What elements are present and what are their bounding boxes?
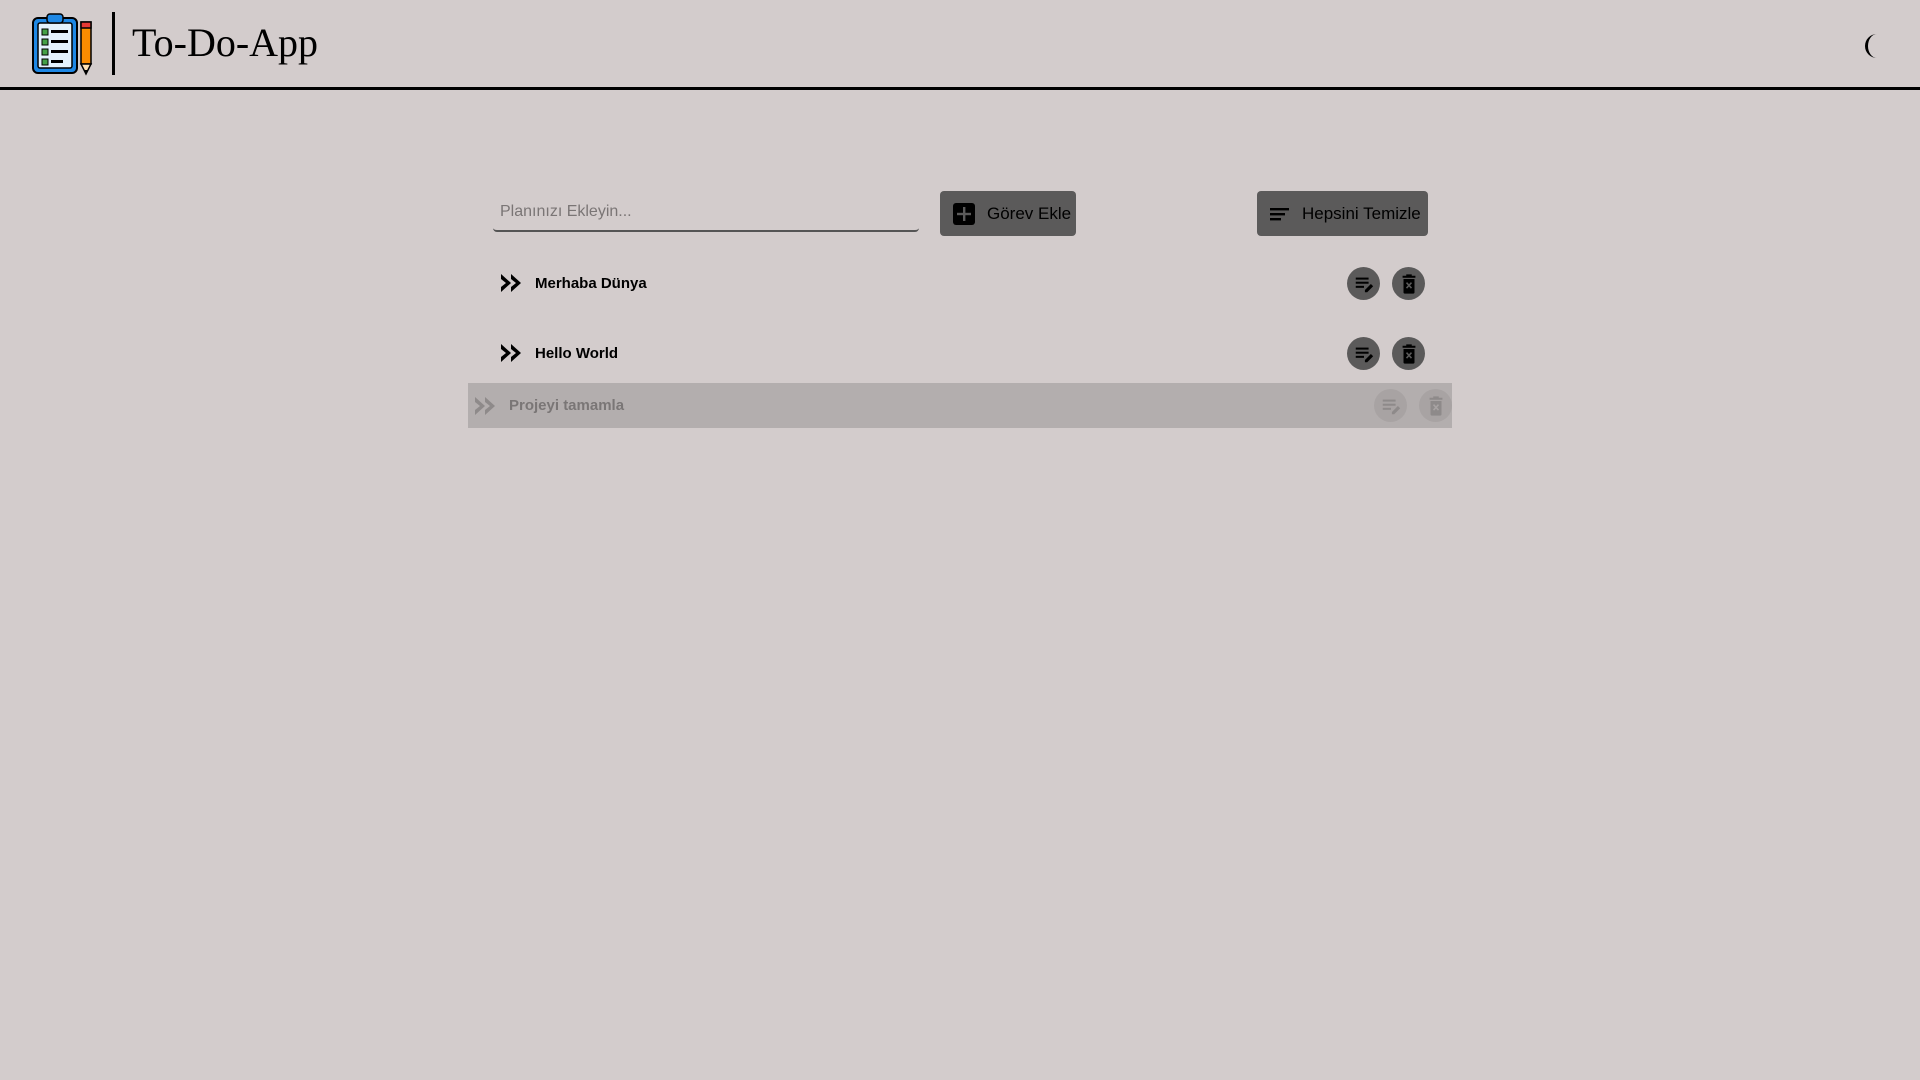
edit-task-button[interactable] — [1347, 337, 1380, 370]
trash-icon — [1402, 343, 1415, 364]
edit-task-button[interactable] — [1374, 389, 1407, 422]
moon-icon[interactable] — [1860, 32, 1884, 60]
task-input[interactable] — [493, 194, 919, 232]
plus-box-icon — [953, 202, 975, 225]
task-item[interactable]: Merhaba Dünya — [493, 261, 1425, 305]
task-text: Projeyi tamamla — [509, 397, 625, 414]
sort-lines-icon — [1270, 207, 1289, 220]
clear-all-label: Hepsini Temizle — [1302, 203, 1421, 223]
double-chevron-right-icon — [475, 396, 495, 415]
edit-note-icon — [1355, 277, 1373, 292]
app-header: To-Do-App — [0, 0, 1920, 90]
task-text: Hello World — [535, 344, 619, 362]
task-text: Merhaba Dünya — [535, 274, 647, 292]
delete-task-button[interactable] — [1392, 267, 1425, 300]
add-task-button[interactable]: Görev Ekle — [940, 191, 1076, 236]
double-chevron-right-icon — [501, 274, 521, 292]
header-divider — [112, 12, 115, 75]
task-item[interactable]: Hello World — [493, 331, 1425, 375]
add-task-label: Görev Ekle — [987, 203, 1072, 223]
delete-task-button[interactable] — [1392, 337, 1425, 370]
task-item-dragging[interactable]: Projeyi tamamla — [468, 383, 1452, 428]
clipboard-checklist-logo-icon — [32, 13, 93, 76]
delete-task-button[interactable] — [1419, 389, 1452, 422]
app-title: To-Do-App — [132, 20, 319, 65]
trash-icon — [1402, 273, 1415, 294]
trash-icon — [1429, 395, 1442, 416]
edit-task-button[interactable] — [1347, 267, 1380, 300]
clear-all-button[interactable]: Hepsini Temizle — [1257, 191, 1428, 236]
edit-note-icon — [1355, 347, 1373, 362]
edit-note-icon — [1382, 399, 1400, 414]
double-chevron-right-icon — [501, 344, 521, 362]
